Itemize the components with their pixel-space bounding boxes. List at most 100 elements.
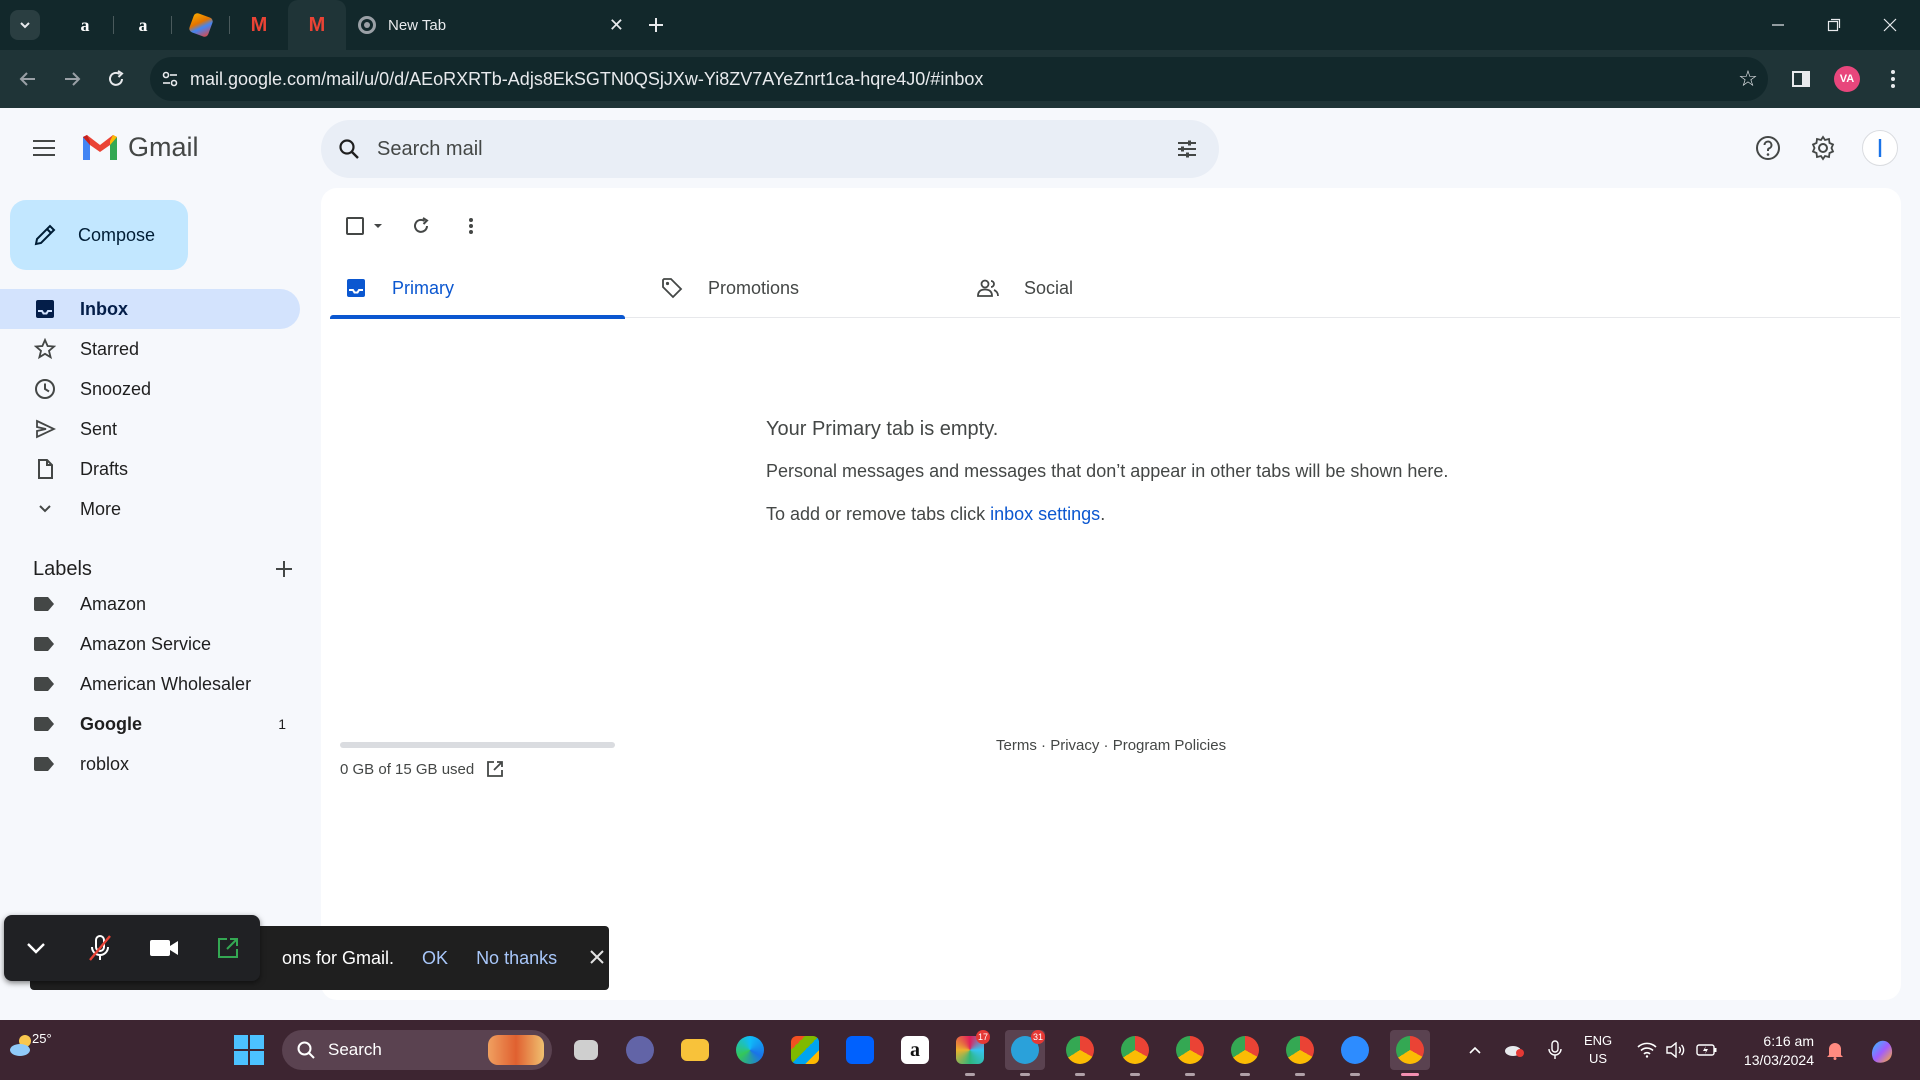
sidebar-item-drafts[interactable]: Drafts (0, 449, 300, 489)
mailbox-nav: Inbox Starred Snoozed Sent Drafts More (0, 289, 300, 529)
support-button[interactable] (1746, 126, 1790, 170)
open-in-new-icon[interactable] (486, 760, 504, 778)
taskbar-task-view[interactable] (566, 1030, 606, 1070)
label-item-roblox[interactable]: roblox (0, 744, 300, 784)
close-window-button[interactable] (1862, 0, 1918, 50)
search-options-icon[interactable] (1155, 137, 1219, 161)
label-item-american-wholesaler[interactable]: American Wholesaler (0, 664, 300, 704)
site-info-icon[interactable] (150, 70, 190, 88)
chevron-up-icon (1469, 1046, 1481, 1054)
reload-icon (109, 70, 124, 86)
open-call-window-button[interactable] (208, 928, 248, 968)
collapse-call-button[interactable] (16, 928, 56, 968)
address-bar[interactable]: mail.google.com/mail/u/0/d/AEoRXRTb-Adjs… (150, 57, 1768, 101)
taskbar-chrome-2[interactable] (1115, 1030, 1155, 1076)
settings-button[interactable] (1801, 126, 1845, 170)
label-item-google[interactable]: Google 1 (0, 704, 300, 744)
start-button[interactable] (234, 1035, 264, 1065)
taskbar-chrome-1[interactable] (1060, 1030, 1100, 1076)
tab-label: Promotions (708, 277, 800, 298)
side-panel-button[interactable] (1778, 50, 1824, 108)
pinned-tab-amazon-2[interactable]: a (114, 0, 172, 50)
copilot-button[interactable] (1862, 1020, 1902, 1080)
taskbar-chrome-active[interactable] (1390, 1030, 1430, 1076)
weather-widget[interactable]: 25° (8, 1030, 52, 1060)
plus-icon (649, 18, 663, 32)
reload-button[interactable] (94, 57, 138, 101)
taskbar-search[interactable]: Search (282, 1030, 552, 1070)
google-account-avatar[interactable] (1862, 130, 1898, 166)
notifications-button[interactable] (1820, 1020, 1850, 1080)
search-input[interactable] (377, 137, 1155, 161)
search-bar (321, 120, 1219, 178)
back-button[interactable] (6, 57, 50, 101)
taskbar-file-explorer[interactable] (675, 1030, 715, 1070)
taskbar-edge[interactable] (730, 1030, 770, 1070)
language-indicator[interactable]: ENG US (1584, 1032, 1612, 1068)
main-menu-button[interactable] (24, 128, 64, 168)
dismiss-snackbar-button[interactable] (589, 945, 605, 971)
tab-promotions[interactable]: Promotions (646, 258, 962, 318)
search-icon[interactable] (321, 137, 377, 161)
pinned-tab-amazon-1[interactable]: a (56, 0, 114, 50)
sidebar-item-inbox[interactable]: Inbox (0, 289, 300, 329)
new-tab-button[interactable] (636, 5, 676, 45)
tab-search-button[interactable] (10, 10, 40, 40)
pinned-tab-gmail-1[interactable]: M (230, 0, 288, 50)
camera-toggle-button[interactable] (144, 928, 184, 968)
inbox-settings-link[interactable]: inbox settings (990, 504, 1100, 524)
gmail-icon: M (250, 13, 268, 36)
privacy-link[interactable]: Privacy (1050, 737, 1099, 754)
battery-status[interactable] (1692, 1020, 1722, 1080)
volume-status[interactable] (1662, 1020, 1688, 1080)
taskbar-store[interactable] (785, 1030, 825, 1070)
gmail-logo[interactable]: Gmail (80, 132, 199, 163)
tab-new-tab[interactable]: New Tab ✕ (346, 0, 636, 50)
taskbar-chrome-5[interactable] (1280, 1030, 1320, 1076)
tab-social[interactable]: Social (962, 258, 1278, 318)
taskbar-chrome-3[interactable] (1170, 1030, 1210, 1076)
no-thanks-button[interactable]: No thanks (476, 948, 557, 969)
bell-icon (1827, 1043, 1843, 1060)
label-item-amazon-service[interactable]: Amazon Service (0, 624, 300, 664)
system-clock[interactable]: 6:16 am 13/03/2024 (1730, 1032, 1814, 1070)
restore-button[interactable] (1806, 0, 1862, 50)
bookmark-star-icon[interactable]: ☆ (1728, 66, 1768, 92)
url-text: mail.google.com/mail/u/0/d/AEoRXRTb-Adjs… (190, 68, 984, 89)
taskbar-slack[interactable]: 17 (950, 1030, 990, 1076)
create-label-button[interactable] (275, 554, 293, 585)
compose-button[interactable]: Compose (10, 200, 188, 270)
ok-button[interactable]: OK (422, 948, 448, 969)
profile-button[interactable]: VA (1824, 50, 1870, 108)
select-checkbox[interactable] (337, 204, 393, 248)
label-item-amazon[interactable]: Amazon (0, 584, 300, 624)
taskbar-zoom[interactable] (1335, 1030, 1375, 1076)
close-icon (1883, 18, 1897, 32)
sidebar-item-sent[interactable]: Sent (0, 409, 300, 449)
more-actions-button[interactable] (449, 204, 493, 248)
minimize-button[interactable] (1750, 0, 1806, 50)
chevron-down-icon (20, 22, 30, 29)
microphone-status[interactable] (1540, 1020, 1570, 1080)
show-hidden-icons-button[interactable] (1460, 1020, 1490, 1080)
taskbar-telegram[interactable]: 31 (1005, 1030, 1045, 1076)
sidebar-item-more[interactable]: More (0, 489, 300, 529)
pinned-tab-app[interactable] (172, 0, 230, 50)
browser-menu-button[interactable] (1870, 50, 1916, 108)
sidebar-item-snoozed[interactable]: Snoozed (0, 369, 300, 409)
sidebar-item-starred[interactable]: Starred (0, 329, 300, 369)
taskbar-chrome-4[interactable] (1225, 1030, 1265, 1076)
pinned-tab-gmail-active[interactable]: M (288, 0, 346, 50)
mic-toggle-button[interactable] (80, 928, 120, 968)
close-tab-icon[interactable]: ✕ (609, 15, 624, 36)
onedrive-status[interactable] (1498, 1020, 1530, 1080)
taskbar-dropbox[interactable] (840, 1030, 880, 1070)
terms-link[interactable]: Terms (996, 737, 1037, 754)
forward-button[interactable] (50, 57, 94, 101)
program-policies-link[interactable]: Program Policies (1113, 737, 1226, 754)
refresh-button[interactable] (399, 204, 443, 248)
tab-primary[interactable]: Primary (330, 258, 625, 319)
wifi-status[interactable] (1634, 1020, 1660, 1080)
taskbar-amazon[interactable]: a (895, 1030, 935, 1070)
taskbar-meet[interactable] (620, 1030, 660, 1070)
